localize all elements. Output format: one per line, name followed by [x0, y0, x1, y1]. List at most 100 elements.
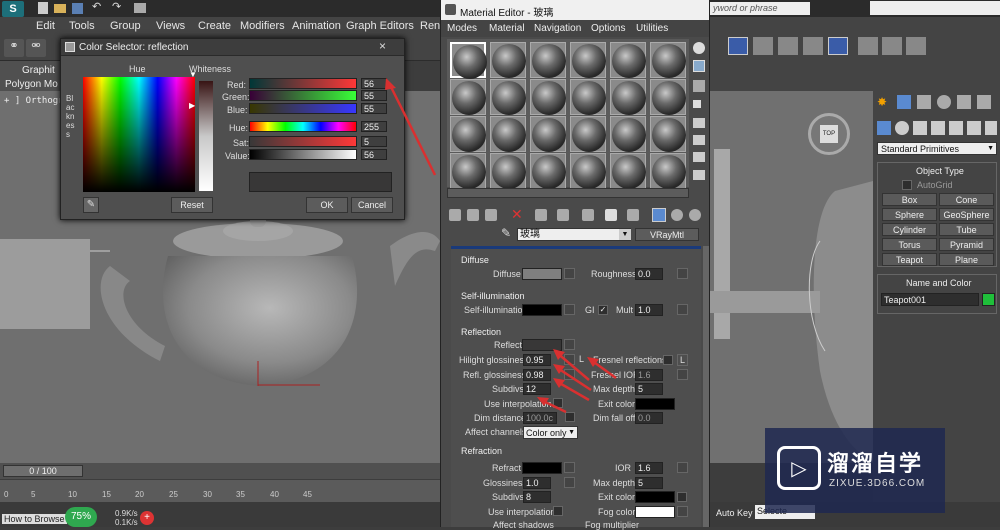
- value-slider[interactable]: [249, 149, 357, 160]
- cameras-icon[interactable]: [931, 121, 945, 135]
- open-file-icon[interactable]: [54, 4, 66, 13]
- shapes-icon[interactable]: [895, 121, 909, 135]
- motion-tab-icon[interactable]: [937, 95, 951, 109]
- object-name-field[interactable]: Teapot001: [881, 293, 979, 306]
- box-button[interactable]: Box: [882, 193, 937, 206]
- name-color-title: Name and Color: [906, 278, 972, 288]
- cone-button[interactable]: Cone: [939, 193, 994, 206]
- menu-modifiers[interactable]: Modifiers: [240, 20, 285, 32]
- red-slider[interactable]: [249, 78, 357, 89]
- sat-slider[interactable]: [249, 136, 357, 147]
- blackness-label: Blackness: [66, 94, 75, 139]
- viewport-gray-panel: [0, 239, 90, 329]
- logo-url: ZIXUE.3D66.COM: [829, 478, 926, 489]
- pyramid-button[interactable]: Pyramid: [939, 238, 994, 251]
- geometry-icon[interactable]: [877, 121, 891, 135]
- create-tab-icon[interactable]: ✸: [877, 95, 891, 109]
- hue-channel-slider[interactable]: [249, 121, 357, 132]
- new-file-icon[interactable]: [38, 2, 48, 14]
- cancel-button[interactable]: Cancel: [351, 197, 393, 213]
- autogrid-label: AutoGrid: [917, 180, 953, 190]
- autogrid-checkbox[interactable]: [902, 180, 912, 190]
- modify-tab-icon[interactable]: [897, 95, 911, 109]
- curve-editor-icon[interactable]: [778, 37, 798, 55]
- auto-key-button[interactable]: Auto Key: [716, 508, 753, 518]
- tube-button[interactable]: Tube: [939, 223, 994, 236]
- teapot-model[interactable]: [90, 211, 440, 471]
- blue-slider[interactable]: [249, 103, 357, 114]
- ribbon-polygon-modeling[interactable]: Polygon Mo: [5, 79, 58, 90]
- link-icon[interactable]: ⚭: [4, 39, 24, 57]
- helpers-icon[interactable]: [949, 121, 963, 135]
- reset-button[interactable]: Reset: [171, 197, 213, 213]
- right-toolbar-strip: [710, 17, 1000, 91]
- blackness-slider[interactable]: [199, 81, 213, 191]
- viewcube[interactable]: TOP: [808, 113, 850, 155]
- max-logo-icon[interactable]: S: [2, 1, 24, 17]
- redo-icon[interactable]: ↷: [112, 0, 121, 13]
- menu-group[interactable]: Group: [110, 20, 141, 32]
- status-bar: How to Browse 75% 0.9K/s 0.1K/s +: [0, 502, 440, 527]
- menu-rendering[interactable]: Ren: [420, 20, 440, 32]
- teapot-closeup[interactable]: [710, 171, 873, 463]
- project-folder-icon[interactable]: [134, 3, 146, 13]
- plane-button[interactable]: Plane: [939, 253, 994, 266]
- red-label: Red:: [227, 80, 247, 90]
- progress-badge: 75%: [65, 507, 97, 527]
- add-icon[interactable]: +: [140, 511, 154, 525]
- viewport-right[interactable]: TOP: [710, 91, 873, 463]
- teapot-button[interactable]: Teapot: [882, 253, 937, 266]
- time-slider[interactable]: 0 / 100: [0, 463, 440, 479]
- systems-icon[interactable]: [985, 121, 997, 135]
- save-icon[interactable]: [72, 3, 83, 14]
- hue-marker-icon[interactable]: ▼: [189, 70, 197, 79]
- menu-tools[interactable]: Tools: [69, 20, 95, 32]
- time-slider-thumb[interactable]: 0 / 100: [3, 465, 83, 477]
- viewcube-top-face[interactable]: TOP: [820, 125, 838, 143]
- close-icon[interactable]: ×: [379, 39, 386, 53]
- ok-button[interactable]: OK: [306, 197, 348, 213]
- hue-whiteness-picker[interactable]: [83, 77, 195, 192]
- material-editor-window: Material Editor - 玻璃 Modes Material Navi…: [440, 0, 710, 530]
- undo-icon[interactable]: ↶: [92, 0, 101, 13]
- timeline-tick-10: 10: [68, 490, 77, 499]
- layer-icon[interactable]: [753, 37, 773, 55]
- blackness-marker-icon[interactable]: ▶: [189, 101, 195, 110]
- unlink-icon[interactable]: ⚮: [26, 39, 46, 57]
- eyedropper-icon[interactable]: ✎: [83, 197, 99, 213]
- arrow-interp-head: [537, 397, 549, 406]
- lights-icon[interactable]: [913, 121, 927, 135]
- primitive-type-dropdown[interactable]: Standard Primitives ▼: [877, 142, 997, 155]
- value-label: Value:: [225, 151, 250, 161]
- menu-graph-editors[interactable]: Graph Editors: [346, 20, 414, 32]
- menu-views[interactable]: Views: [156, 20, 185, 32]
- hierarchy-tab-icon[interactable]: [917, 95, 931, 109]
- menu-edit[interactable]: Edit: [36, 20, 55, 32]
- viewport-label[interactable]: + ] Orthogr: [4, 96, 64, 106]
- timeline-tick-25: 25: [169, 490, 178, 499]
- track-bar[interactable]: 0 5 10 15 20 25 30 35 40 45: [0, 480, 440, 502]
- menu-create[interactable]: Create: [198, 20, 231, 32]
- display-tab-icon[interactable]: [957, 95, 971, 109]
- quick-access-toolbar: ↶ ↷: [30, 0, 170, 14]
- ribbon-tab-graphite[interactable]: Graphit: [22, 65, 55, 76]
- align-icon[interactable]: [728, 37, 748, 55]
- green-slider[interactable]: [249, 90, 357, 101]
- net-down-text: 0.1K/s: [115, 518, 138, 527]
- geosphere-button[interactable]: GeoSphere: [939, 208, 994, 221]
- spacewarps-icon[interactable]: [967, 121, 981, 135]
- search-box[interactable]: yword or phrase: [710, 2, 810, 15]
- menu-animation[interactable]: Animation: [292, 20, 341, 32]
- utilities-tab-icon[interactable]: [977, 95, 991, 109]
- cylinder-button[interactable]: Cylinder: [882, 223, 937, 236]
- render-frame-icon[interactable]: [882, 37, 902, 55]
- render-icon[interactable]: [906, 37, 926, 55]
- schematic-icon[interactable]: [803, 37, 823, 55]
- timeline-tick-40: 40: [270, 490, 279, 499]
- color-selector-title-bar[interactable]: Color Selector: reflection ×: [61, 39, 404, 56]
- render-setup-icon[interactable]: [858, 37, 878, 55]
- torus-button[interactable]: Torus: [882, 238, 937, 251]
- sphere-button[interactable]: Sphere: [882, 208, 937, 221]
- object-color-swatch[interactable]: [982, 293, 995, 306]
- material-editor-icon-btn[interactable]: [828, 37, 848, 55]
